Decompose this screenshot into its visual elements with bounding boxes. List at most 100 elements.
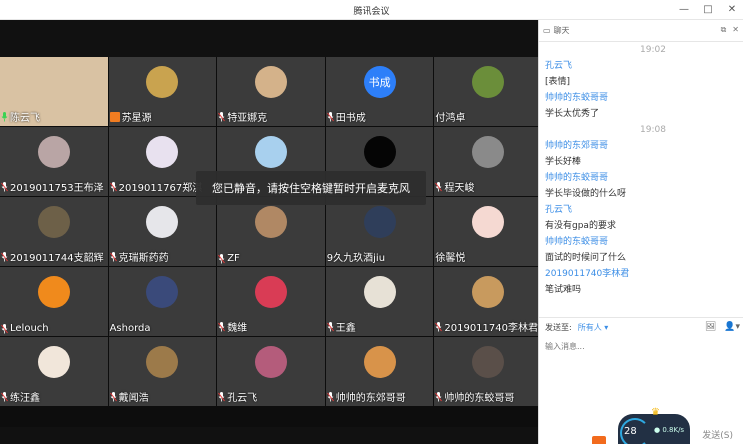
- minimize-button[interactable]: —: [677, 2, 691, 16]
- participant-tile[interactable]: 戴闻浩: [108, 337, 217, 406]
- chat-time: 19:02: [640, 45, 666, 55]
- image-icon[interactable]: 🖼: [705, 322, 716, 332]
- participant-name: 帅帅的东蛟哥哥: [435, 389, 514, 404]
- participant-name-text: 2019011767郑淇: [118, 183, 203, 194]
- message-list: 19:02 孔云飞 [表情] 帅帅的东蛟哥哥 学长太优秀了 19:08 帅帅的东郊哥哥 学长好…: [545, 42, 741, 298]
- orange-tab-icon[interactable]: [592, 436, 606, 444]
- speed-value: ● 0.8K/s: [654, 426, 685, 434]
- participant-name-text: 魏维: [227, 323, 248, 334]
- participant-tile[interactable]: 2019011753王布泽: [0, 127, 108, 196]
- avatar: [363, 136, 396, 168]
- avatar: [37, 136, 70, 168]
- participant-name: 付鸿卓: [435, 109, 465, 124]
- participant-tile[interactable]: 程天峻: [434, 127, 542, 196]
- participant-name-text: 徐馨悦: [435, 253, 466, 264]
- mic-muted-icon: [1, 251, 8, 261]
- window-title: 腾讯会议: [353, 7, 390, 17]
- participant-tile[interactable]: 练汪鑫: [0, 337, 108, 406]
- participant-name: 孔云飞: [218, 389, 257, 404]
- avatar: [146, 206, 179, 238]
- mic-muted-icon: [435, 391, 443, 401]
- participant-name: 帅帅的东郊哥哥: [326, 389, 406, 404]
- send-button[interactable]: 发送(S): [702, 428, 733, 441]
- avatar: [254, 136, 287, 168]
- mic-muted-icon: [326, 111, 334, 121]
- network-widget[interactable]: 28 ● 0.8K/s: [618, 414, 690, 444]
- mic-muted-icon: [435, 181, 443, 191]
- avatar: [146, 276, 179, 308]
- chat-sender: 帅帅的东郊哥哥: [545, 141, 609, 151]
- close-chat-icon[interactable]: ✕: [732, 25, 739, 35]
- mic-muted-icon: [326, 391, 334, 401]
- mute-toast: 您已静音，请按住空格键暂时开启麦克风: [196, 171, 426, 205]
- participant-name-text: 克瑞斯药药: [118, 253, 169, 264]
- avatar: [146, 346, 179, 378]
- participant-name-text: 9久九玖酒jiu: [326, 253, 386, 264]
- participant-name: 王鑫: [326, 319, 356, 334]
- participant-name: ZF: [218, 253, 240, 264]
- crown-icon: ♛: [651, 407, 660, 418]
- participant-name-text: 特亚娜克: [227, 113, 268, 124]
- participant-tile[interactable]: 9久九玖酒jiu: [325, 197, 434, 266]
- chat-sender: 帅帅的东蛟哥哥: [545, 93, 609, 103]
- participant-tile[interactable]: 魏维: [217, 267, 325, 336]
- chat-text: [表情]: [545, 77, 571, 87]
- avatar: [254, 66, 287, 98]
- close-button[interactable]: ✕: [725, 2, 739, 16]
- participant-name: 田书成: [326, 109, 366, 124]
- chat-title-text: 聊天: [553, 26, 570, 35]
- user-settings-icon[interactable]: 👤▾: [724, 322, 740, 332]
- participant-tile[interactable]: 孔云飞: [217, 337, 325, 406]
- speed-text: 0.8K/s: [662, 426, 685, 434]
- meeting-window: 腾讯会议 — □ ✕ 陈云飞 苏星源 特亚娜克 书成 田书成 付鸿卓 2019011753王…: [0, 0, 743, 444]
- participant-tile[interactable]: 帅帅的东蛟哥哥: [434, 337, 542, 406]
- message-input[interactable]: [545, 338, 735, 354]
- participant-name: 苏星源: [109, 109, 152, 124]
- participant-tile[interactable]: Ashorda: [108, 267, 217, 336]
- participant-name-text: 帅帅的东郊哥哥: [335, 393, 406, 404]
- participant-tile[interactable]: 徐馨悦: [434, 197, 542, 266]
- participant-tile[interactable]: 书成 田书成: [325, 57, 434, 126]
- chat-bubble-icon: ▭: [543, 26, 551, 35]
- participant-tile[interactable]: 2019011740李林君: [434, 267, 542, 336]
- participant-tile[interactable]: 陈云飞: [0, 57, 108, 126]
- participant-name: 练汪鑫: [1, 389, 40, 404]
- participant-name-text: 付鸿卓: [435, 113, 466, 124]
- chat-text: 笔试难吗: [545, 285, 582, 295]
- participant-tile[interactable]: 特亚娜克: [217, 57, 325, 126]
- maximize-button[interactable]: □: [701, 2, 715, 16]
- participant-name-text: Lelouch: [10, 323, 49, 334]
- participant-tile[interactable]: 苏星源: [108, 57, 217, 126]
- chat-text: 学长太优秀了: [545, 109, 600, 119]
- participant-name: 陈云飞: [1, 109, 40, 124]
- send-to-select[interactable]: 所有人 ▾: [578, 322, 609, 333]
- avatar: [146, 136, 179, 168]
- avatar: [37, 346, 70, 378]
- participant-tile[interactable]: 2019011744支韶辉: [0, 197, 108, 266]
- popout-icon[interactable]: ⧉: [721, 25, 727, 35]
- participant-tile[interactable]: Lelouch: [0, 267, 108, 336]
- window-controls: — □ ✕: [677, 2, 739, 16]
- chat-sender: 2019011740李林君: [545, 269, 630, 279]
- participant-name: 2019011753王布泽: [1, 179, 104, 194]
- participant-tile[interactable]: 王鑫: [325, 267, 434, 336]
- avatar: [37, 206, 70, 238]
- participant-tile[interactable]: ZF: [217, 197, 325, 266]
- participant-tile[interactable]: 付鸿卓: [434, 57, 542, 126]
- send-bar: 发送至: 所有人 ▾ 🖼 👤▾: [539, 317, 743, 337]
- mic-on-icon: [1, 111, 8, 121]
- video-area: 陈云飞 苏星源 特亚娜克 书成 田书成 付鸿卓 2019011753王布泽 201901176…: [0, 20, 542, 444]
- participant-name-text: 苏星源: [121, 113, 152, 124]
- mic-muted-icon: [326, 321, 334, 331]
- avatar: [254, 346, 287, 378]
- participant-name-text: 孔云飞: [227, 393, 258, 404]
- participant-tile[interactable]: 克瑞斯药药: [108, 197, 217, 266]
- participant-tile[interactable]: 帅帅的东郊哥哥: [325, 337, 434, 406]
- host-badge-icon: [109, 111, 120, 122]
- participant-name-text: ZF: [227, 253, 240, 264]
- participant-name: 克瑞斯药药: [109, 249, 169, 264]
- chat-sender: 帅帅的东蛟哥哥: [545, 237, 609, 247]
- participant-name: 2019011767郑淇: [109, 179, 203, 194]
- title-bar: 腾讯会议 — □ ✕: [0, 0, 743, 20]
- participant-name: 徐馨悦: [435, 249, 465, 264]
